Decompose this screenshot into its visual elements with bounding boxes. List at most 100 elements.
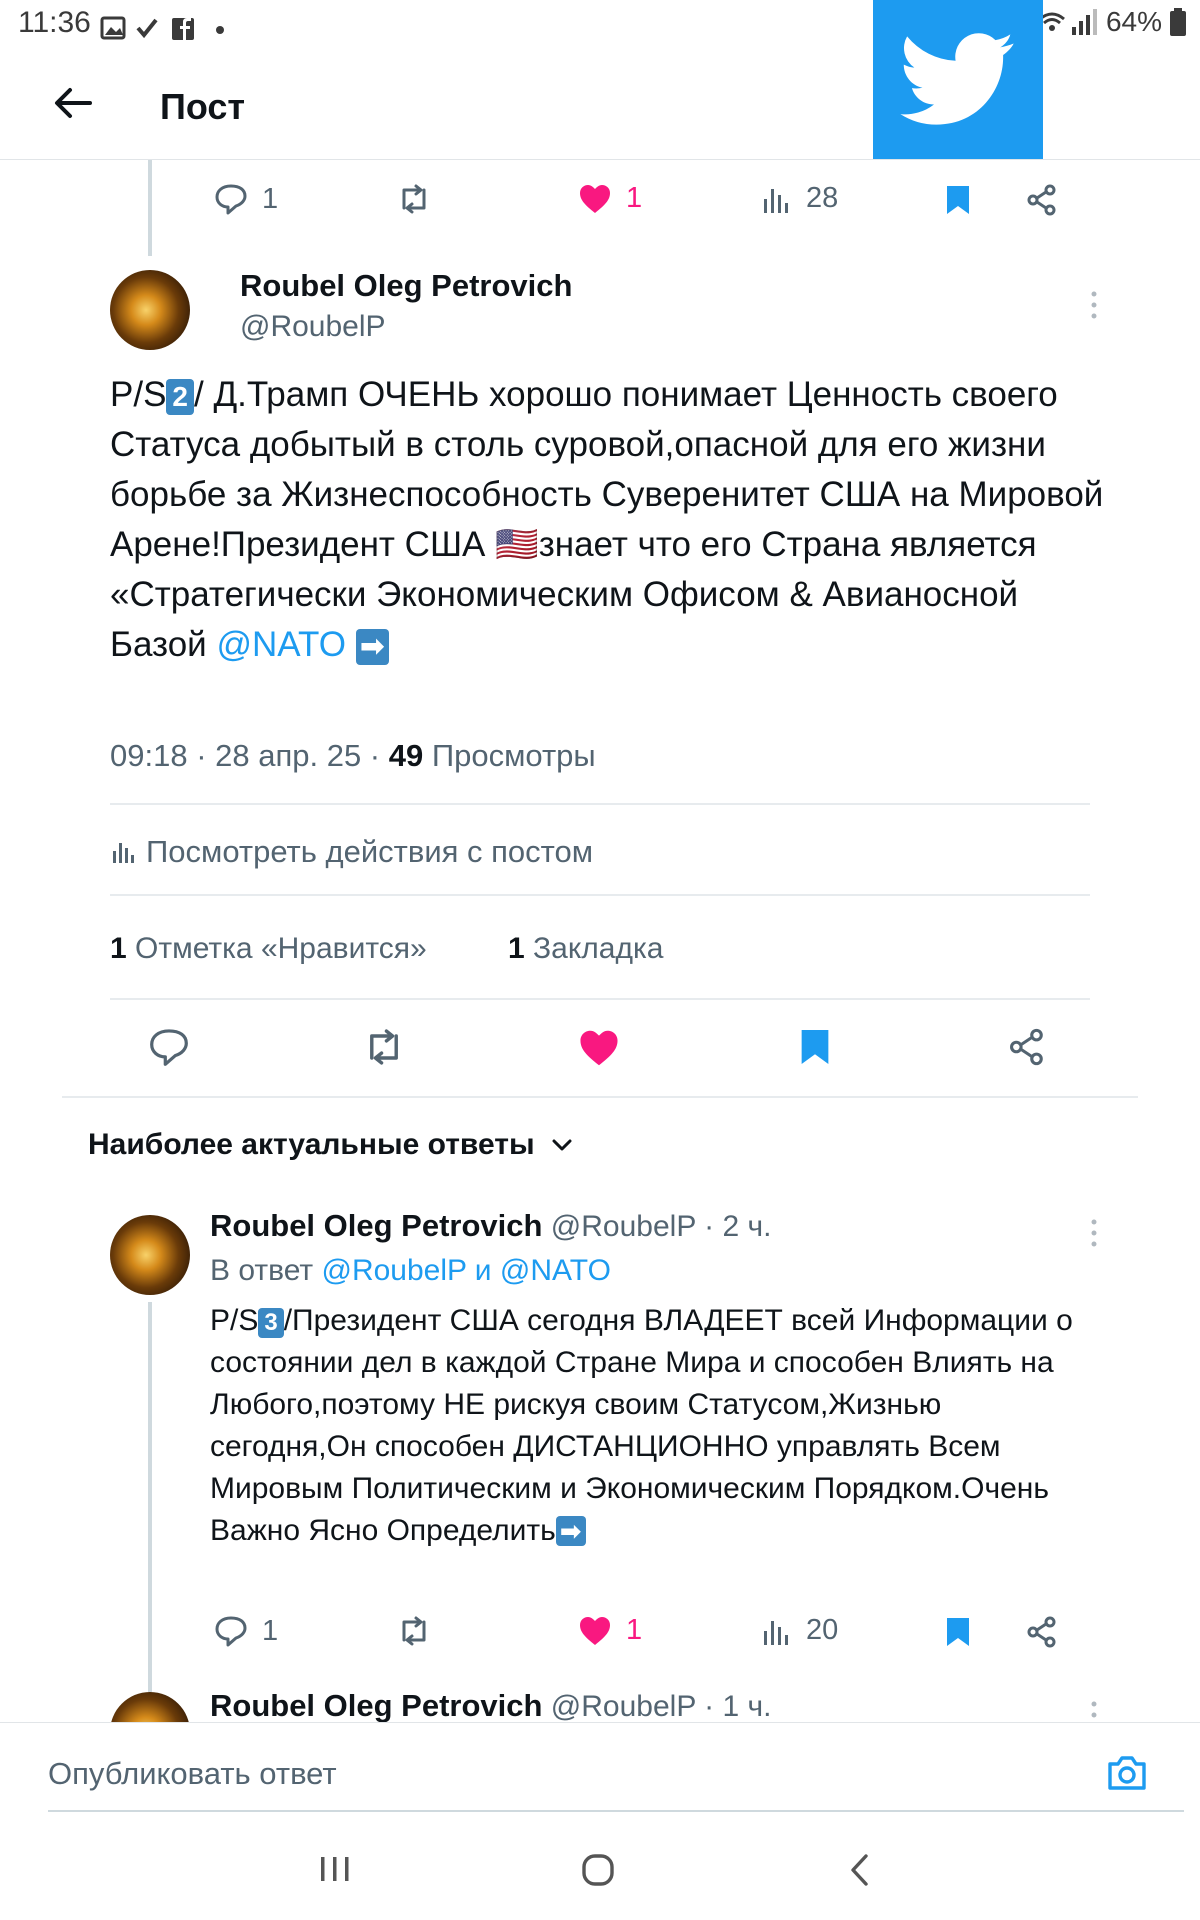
back-button[interactable] — [50, 80, 96, 126]
bookmarks-label: Закладка — [524, 932, 664, 965]
share-icon — [1010, 1028, 1043, 1066]
reply2-author-name[interactable]: Roubel Oleg Petrovich — [210, 1688, 542, 1722]
post-metadata: 09:18 · 28 апр. 25 · 49 Просмотры — [110, 738, 596, 774]
author-name[interactable]: Roubel Oleg Petrovich — [240, 268, 572, 304]
arrow-right-emoji: ➡ — [555, 1516, 586, 1546]
views-bar-icon — [764, 188, 788, 213]
retweet-button[interactable] — [362, 1026, 406, 1068]
reply-header: Roubel Oleg Petrovich @RoubelP · 2 ч. — [210, 1208, 771, 1244]
post-text: P/S 2/ Д.Трамп ОЧЕНЬ хорошо понимает Ценн… — [110, 370, 1120, 670]
arrow-right-emoji: ➡ — [355, 629, 389, 665]
views-bar-icon — [764, 1620, 788, 1645]
reply-icon — [150, 1029, 188, 1066]
reply-icon — [215, 184, 247, 215]
more-vertical-icon — [1091, 1701, 1097, 1718]
heart-filled-icon — [580, 184, 610, 213]
timestamp: 09:18 · 28 апр. 25 · — [110, 738, 389, 773]
retweet-icon — [370, 1029, 398, 1065]
arrow-left-icon — [55, 88, 92, 118]
in-reply-to-links[interactable]: @RoubelP и @NATO — [321, 1254, 610, 1287]
prev-retweet-button[interactable] — [396, 182, 432, 216]
replies-sort-dropdown[interactable]: Наиболее актуальные ответы — [88, 1128, 573, 1162]
likes-count: 1 — [110, 932, 127, 965]
signal-icon — [1038, 9, 1097, 35]
reply-author-handle[interactable]: @RoubelP — [551, 1210, 696, 1243]
reply-author-name[interactable]: Roubel Oleg Petrovich — [210, 1208, 542, 1243]
thread-connector — [148, 160, 152, 256]
bookmark-filled-icon — [801, 1030, 829, 1064]
views-label: Просмотры — [423, 738, 596, 773]
prev-bookmark-button[interactable] — [944, 184, 972, 216]
camera-icon — [1108, 1756, 1146, 1790]
heart-filled-icon — [580, 1616, 610, 1645]
status-notification-icons — [100, 10, 240, 46]
reply1-views-button[interactable]: 20 — [762, 1614, 838, 1647]
reply-more-options-button[interactable] — [1090, 1218, 1098, 1248]
prev-reply-button[interactable]: 1 — [214, 182, 278, 216]
reply1-reply-count: 1 — [262, 1614, 279, 1647]
in-reply-prefix: В ответ — [210, 1254, 322, 1287]
recent-apps-icon — [321, 1857, 349, 1881]
reply2-time: · 1 ч. — [695, 1690, 772, 1722]
prev-like-count: 1 — [626, 182, 643, 214]
reply1-like-button[interactable]: 1 — [578, 1614, 642, 1647]
reply1-like-count: 1 — [626, 1614, 643, 1646]
home-button[interactable] — [580, 1852, 616, 1888]
prev-views-button[interactable]: 28 — [762, 182, 838, 215]
divider — [110, 803, 1090, 805]
camera-button[interactable] — [1106, 1754, 1148, 1792]
avatar[interactable] — [110, 270, 190, 350]
reply-text-part: P/S — [210, 1304, 259, 1337]
bookmark-filled-icon — [947, 186, 969, 214]
reply1-reply-button[interactable]: 1 — [214, 1614, 278, 1648]
mention-link[interactable]: @NATO — [216, 625, 346, 664]
bookmark-button[interactable] — [798, 1026, 832, 1068]
flag-emoji: 🇺🇸 — [495, 525, 539, 564]
author-handle[interactable]: @RoubelP — [240, 310, 386, 344]
bookmark-filled-icon — [947, 1618, 969, 1646]
bookmarks-count: 1 — [508, 932, 525, 965]
battery-percent: 64% — [1105, 6, 1162, 37]
bookmarks-stat[interactable]: 1 Закладка — [508, 932, 663, 966]
like-button[interactable] — [578, 1028, 620, 1068]
reply1-share-button[interactable] — [1026, 1616, 1058, 1648]
reply-input[interactable]: Опубликовать ответ — [48, 1756, 337, 1792]
post-text-part: P/S — [110, 375, 167, 414]
reply2-header: Roubel Oleg Petrovich @RoubelP · 1 ч. — [210, 1688, 771, 1722]
retweet-icon — [402, 184, 426, 214]
status-time: 11:36 — [18, 6, 91, 39]
reply1-retweet-button[interactable] — [396, 1614, 432, 1648]
home-icon — [582, 1854, 614, 1886]
post-activity-link[interactable]: Посмотреть действия с постом — [112, 834, 593, 870]
retweet-icon — [402, 1616, 426, 1646]
likes-label: Отметка «Нравится» — [126, 932, 427, 965]
reply2-more-options-button[interactable] — [1090, 1700, 1098, 1722]
reply2-author-handle[interactable]: @RoubelP — [551, 1690, 696, 1722]
more-vertical-icon — [1091, 1219, 1097, 1247]
reply1-views-count: 20 — [806, 1614, 839, 1646]
thread-connector — [148, 1302, 152, 1692]
more-vertical-icon — [1091, 291, 1097, 319]
heart-filled-icon — [580, 1030, 618, 1066]
in-reply-to: В ответ @RoubelP и @NATO — [210, 1254, 611, 1288]
prev-share-button[interactable] — [1026, 184, 1058, 216]
system-back-button[interactable] — [848, 1852, 870, 1888]
keycap-emoji: 3 — [258, 1308, 284, 1338]
reply-time: · 2 ч. — [695, 1210, 772, 1243]
reply-button[interactable] — [148, 1026, 190, 1068]
reply-text: P/S 3/Президент США сегодня ВЛАДЕЕТ всей … — [210, 1300, 1090, 1552]
chevron-left-icon — [851, 1854, 868, 1886]
share-button[interactable] — [1008, 1028, 1046, 1066]
prev-like-button[interactable]: 1 — [578, 182, 642, 215]
share-icon — [1027, 1616, 1056, 1648]
reply2-avatar[interactable] — [110, 1692, 190, 1722]
likes-stat[interactable]: 1 Отметка «Нравится» — [110, 932, 427, 966]
divider — [110, 998, 1090, 1000]
keycap-emoji: 2 — [166, 379, 194, 415]
reply1-bookmark-button[interactable] — [944, 1616, 972, 1648]
composer-underline — [48, 1810, 1184, 1812]
header-divider — [0, 159, 1200, 160]
reply-avatar[interactable] — [110, 1215, 190, 1295]
recent-apps-button[interactable] — [318, 1854, 352, 1884]
more-options-button[interactable] — [1090, 290, 1098, 320]
